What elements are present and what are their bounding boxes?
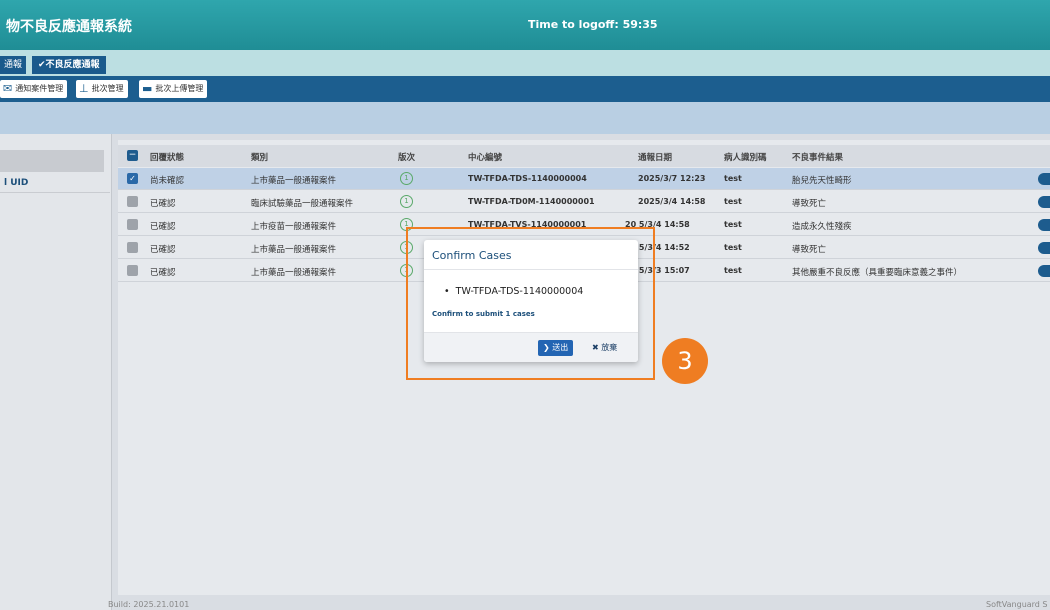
dialog-title: Confirm Cases <box>432 249 512 262</box>
confirm-dialog: Confirm Cases • TW-TFDA-TDS-1140000004 C… <box>424 240 638 362</box>
grid-header: − 回覆狀態 類別 版次 中心編號 通報日期 病人識別碼 不良事件結果 <box>118 145 1050 167</box>
app-header: 物不良反應通報系統 Time to logoff: 59:35 <box>0 0 1050 50</box>
tab-adverse-reaction[interactable]: ✔不良反應通報 <box>32 56 106 74</box>
row-action-button[interactable] <box>1038 265 1050 277</box>
dialog-footer: ❯ 送出 ✖ 放棄 <box>424 332 638 362</box>
row-result: 導致死亡 <box>792 245 827 255</box>
row-result: 造成永久性殘疾 <box>792 222 852 232</box>
column-header-status[interactable]: 回覆狀態 <box>150 151 184 163</box>
column-header-patient[interactable]: 病人識別碼 <box>724 151 767 163</box>
row-category: 上市疫苗一般通報案件 <box>251 222 337 232</box>
chevron-right-icon: ❯ <box>543 343 550 352</box>
hierarchy-icon: ⊥ <box>79 82 89 95</box>
row-status: 已確認 <box>150 199 176 209</box>
logoff-timer: Time to logoff: 59:35 <box>528 18 658 31</box>
row-result: 其他嚴重不良反應（具重要臨床意義之事件） <box>792 268 963 278</box>
row-result: 胎兒先天性畸形 <box>792 176 852 186</box>
version-badge: 1 <box>400 172 413 185</box>
cancel-button[interactable]: ✖ 放棄 <box>592 340 617 356</box>
column-header-result[interactable]: 不良事件結果 <box>792 151 843 163</box>
divider <box>0 192 110 193</box>
batch-upload-label: 批次上傳管理 <box>155 84 204 93</box>
row-checkbox[interactable] <box>127 265 138 276</box>
row-status: 已確認 <box>150 245 176 255</box>
uid-label[interactable]: l UID <box>4 178 28 188</box>
mail-icon: ✉ <box>3 82 13 95</box>
row-category: 臨床試驗藥品一般通報案件 <box>251 199 354 209</box>
notified-case-button[interactable]: ✉ 通知案件管理 <box>0 80 68 98</box>
row-checkbox[interactable] <box>127 196 138 207</box>
tab-bar: 通報 ✔不良反應通報 <box>0 50 1050 76</box>
dialog-message: Confirm to submit 1 cases <box>432 310 535 318</box>
case-list-item-label: TW-TFDA-TDS-1140000004 <box>455 286 584 297</box>
row-patient: test <box>724 174 742 183</box>
column-header-category[interactable]: 類別 <box>251 151 268 163</box>
step-badge: 3 <box>662 338 708 384</box>
batch-manage-label: 批次管理 <box>91 84 124 93</box>
table-row[interactable]: 已確認 臨床試驗藥品一般通報案件 1 TW-TFDA-TD0M-11400000… <box>118 191 1050 213</box>
version-badge: 1 <box>400 195 413 208</box>
column-header-case-no[interactable]: 中心編號 <box>468 151 502 163</box>
batch-manage-button[interactable]: ⊥ 批次管理 <box>76 80 128 98</box>
case-list-item: • TW-TFDA-TDS-1140000004 <box>444 286 584 297</box>
left-panel: l UID <box>0 134 112 610</box>
row-action-button[interactable] <box>1038 242 1050 254</box>
row-checkbox[interactable] <box>127 219 138 230</box>
row-patient: test <box>724 243 742 252</box>
cancel-label: 放棄 <box>601 343 618 352</box>
row-date: 2025/3/7 12:23 <box>638 174 706 183</box>
select-all-checkbox[interactable]: − <box>127 150 138 161</box>
row-checkbox[interactable]: ✓ <box>127 173 138 184</box>
row-category: 上市藥品一般通報案件 <box>251 245 337 255</box>
row-case-no: TW-TFDA-TDS-1140000004 <box>468 174 587 183</box>
submit-button[interactable]: ❯ 送出 <box>538 340 574 356</box>
company-name: SoftVanguard S <box>986 600 1048 609</box>
row-result: 導致死亡 <box>792 199 827 209</box>
close-icon: ✖ <box>592 343 599 352</box>
row-patient: test <box>724 220 742 229</box>
row-category: 上市藥品一般通報案件 <box>251 176 337 186</box>
row-category: 上市藥品一般通報案件 <box>251 268 337 278</box>
app-title: 物不良反應通報系統 <box>6 19 132 35</box>
left-panel-header <box>0 150 104 172</box>
submit-label: 送出 <box>552 343 569 352</box>
row-status: 已確認 <box>150 268 176 278</box>
row-case-no: TW-TFDA-TD0M-1140000001 <box>468 197 595 206</box>
batch-upload-button[interactable]: ▬ 批次上傳管理 <box>139 80 208 98</box>
row-status: 已確認 <box>150 222 176 232</box>
toolbar: ✉ 通知案件管理 ⊥ 批次管理 ▬ 批次上傳管理 <box>0 76 1050 102</box>
tab-report[interactable]: 通報 <box>0 56 27 74</box>
table-row[interactable]: ✓ 尚未確認 上市藥品一般通報案件 1 TW-TFDA-TDS-11400000… <box>118 168 1050 190</box>
filter-bar <box>0 102 1050 134</box>
divider <box>424 269 638 270</box>
row-action-button[interactable] <box>1038 196 1050 208</box>
row-patient: test <box>724 266 742 275</box>
column-header-date[interactable]: 通報日期 <box>638 151 672 163</box>
row-action-button[interactable] <box>1038 219 1050 231</box>
column-header-version[interactable]: 版次 <box>398 151 415 163</box>
build-version: Build: 2025.21.0101 <box>108 600 190 609</box>
row-checkbox[interactable] <box>127 242 138 253</box>
row-action-button[interactable] <box>1038 173 1050 185</box>
row-date: 2025/3/4 14:58 <box>638 197 706 206</box>
notified-case-label: 通知案件管理 <box>15 84 64 93</box>
row-patient: test <box>724 197 742 206</box>
row-status: 尚未確認 <box>150 176 185 186</box>
upload-icon: ▬ <box>142 82 153 95</box>
